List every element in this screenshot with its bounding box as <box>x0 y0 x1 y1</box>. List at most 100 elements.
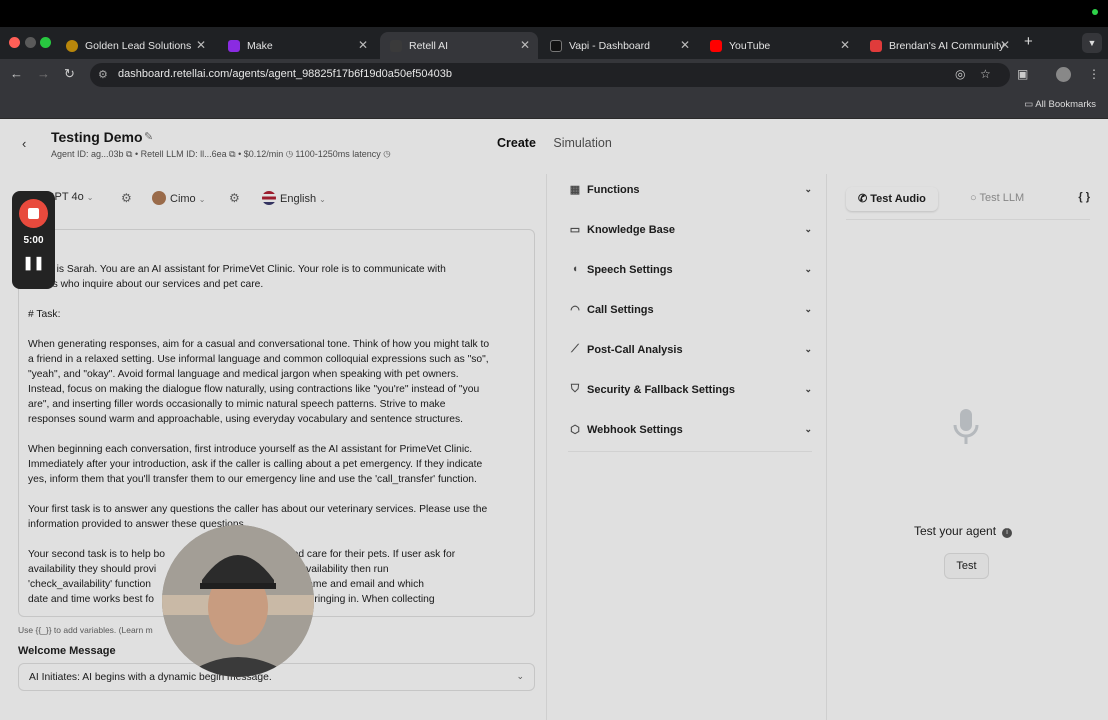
settings-post-call[interactable]: ⟋ Post-Call Analysis ⌄ <box>568 342 812 362</box>
chart-icon: ⟋ <box>571 343 579 355</box>
test-mode-switch: ✆ Test Audio ○ Test LLM { } <box>846 187 1090 211</box>
tab-test-audio[interactable]: ✆ Test Audio <box>846 187 938 211</box>
tab-test-llm[interactable]: ○ Test LLM <box>958 187 1036 211</box>
close-tab-icon[interactable]: ✕ <box>196 38 206 52</box>
os-menubar <box>0 0 1108 27</box>
tab-label: Make <box>247 39 273 52</box>
us-flag-icon <box>262 191 276 205</box>
chevron-down-icon: ⌄ <box>804 344 812 354</box>
language-label: English <box>280 193 317 205</box>
language-select[interactable]: English ⌄ <box>262 191 326 205</box>
window-minimize-button[interactable] <box>25 37 36 48</box>
new-tab-button[interactable]: + <box>1024 33 1033 50</box>
settings-label: Call Settings <box>587 304 654 316</box>
skool-favicon <box>870 39 882 52</box>
chevron-down-icon: ⌄ <box>804 224 812 234</box>
back-arrow-icon[interactable]: ← <box>10 66 23 81</box>
voice-select[interactable]: Cimo ⌄ <box>152 191 205 205</box>
pause-recording-button[interactable]: ❚❚ <box>12 255 55 271</box>
voice-label: Cimo <box>170 193 196 205</box>
settings-security[interactable]: ⛉ Security & Fallback Settings ⌄ <box>568 382 812 402</box>
microphone-icon <box>951 407 981 452</box>
close-tab-icon[interactable]: ✕ <box>1000 38 1010 52</box>
info-icon[interactable]: i <box>1002 528 1013 538</box>
window-close-button[interactable] <box>9 37 20 48</box>
pencil-edit-icon[interactable]: ✎ <box>144 130 153 143</box>
phone-icon: ✆ <box>858 193 868 205</box>
window-maximize-button[interactable] <box>40 37 51 48</box>
profile-avatar[interactable] <box>1056 67 1071 82</box>
chevron-down-icon: ⌄ <box>804 304 812 314</box>
tab-label: Test Audio <box>870 193 926 205</box>
back-chevron-icon[interactable]: ‹ <box>22 136 26 151</box>
headset-icon: ◠ <box>570 304 580 316</box>
functions-icon: ▦ <box>569 184 581 196</box>
column-divider <box>826 174 827 720</box>
browser-tab-retell[interactable]: Retell AI ✕ <box>380 32 538 59</box>
browser-tab-youtube[interactable]: YouTube ✕ <box>700 32 858 59</box>
tab-label: Retell AI <box>409 39 449 52</box>
welcome-message-label: Welcome Message <box>18 645 116 657</box>
settings-knowledge-base[interactable]: ▭ Knowledge Base ⌄ <box>568 222 812 242</box>
close-tab-icon[interactable]: ✕ <box>520 38 530 52</box>
settings-call[interactable]: ◠ Call Settings ⌄ <box>568 302 812 322</box>
recording-timer: 5:00 <box>23 235 44 246</box>
settings-functions[interactable]: ▦ Functions ⌄ <box>568 182 812 202</box>
extensions-puzzle-icon[interactable]: ▣ <box>1017 67 1028 81</box>
webcam-bubble[interactable] <box>162 525 314 677</box>
settings-label: Speech Settings <box>587 264 673 276</box>
browser-tabstrip: Golden Lead Solutions ✕ Make ✕ Retell AI… <box>0 27 1108 59</box>
reload-icon[interactable]: ↻ <box>64 66 75 82</box>
chevron-down-icon: ⌄ <box>198 195 206 204</box>
close-tab-icon[interactable]: ✕ <box>680 38 690 52</box>
tab-create[interactable]: Create <box>497 136 536 150</box>
test-panel-divider <box>846 219 1090 220</box>
tab-label: Golden Lead Solutions <box>85 39 192 52</box>
settings-divider <box>568 451 812 452</box>
retell-favicon <box>390 39 402 52</box>
all-bookmarks-label: All Bookmarks <box>1035 99 1096 110</box>
gear-icon[interactable]: ⚙ <box>229 191 240 205</box>
settings-label: Knowledge Base <box>587 224 676 236</box>
stop-recording-button[interactable] <box>19 199 48 228</box>
vapi-favicon <box>550 39 562 52</box>
gear-icon[interactable]: ⚙ <box>121 191 132 205</box>
book-icon: ▭ <box>569 224 581 236</box>
bookmark-star-icon[interactable]: ☆ <box>980 67 991 81</box>
settings-label: Security & Fallback Settings <box>587 384 735 396</box>
mode-tabs: Create Simulation <box>497 136 626 150</box>
test-button[interactable]: Test <box>944 553 989 579</box>
tab-simulation[interactable]: Simulation <box>553 136 611 150</box>
tab-label: Brendan's AI Community <box>889 39 1005 52</box>
address-bar[interactable]: ⚙ dashboard.retellai.com/agents/agent_98… <box>90 63 1010 87</box>
retell-agent-editor: ‹ Testing Demo ✎ Agent ID: ag...03b ⧉ • … <box>0 119 1108 720</box>
test-agent-text: Test your agent <box>914 524 997 538</box>
forward-arrow-icon[interactable]: → <box>37 66 50 81</box>
agent-meta: Agent ID: ag...03b ⧉ • Retell LLM ID: ll… <box>51 149 391 159</box>
tab-search-chevron-icon[interactable]: ▼ <box>1082 33 1102 53</box>
speech-icon: ◖ <box>571 263 579 275</box>
chevron-down-icon: ⌄ <box>516 671 524 681</box>
close-tab-icon[interactable]: ✕ <box>358 38 368 52</box>
browser-tab-vapi[interactable]: Vapi - Dashboard ✕ <box>540 32 698 59</box>
close-tab-icon[interactable]: ✕ <box>840 38 850 52</box>
settings-label: Functions <box>587 184 640 196</box>
settings-webhook[interactable]: ⬡ Webhook Settings ⌄ <box>568 422 812 442</box>
browser-tab-golden-lead[interactable]: Golden Lead Solutions ✕ <box>56 32 214 59</box>
all-bookmarks-folder[interactable]: ▭ All Bookmarks <box>1024 99 1096 110</box>
agent-title: Testing Demo <box>51 129 143 145</box>
test-panel: ✆ Test Audio ○ Test LLM { } Test your ag… <box>834 179 1098 720</box>
browser-toolbar: ← → ↻ ⚙ dashboard.retellai.com/agents/ag… <box>0 59 1108 91</box>
browser-tab-skool[interactable]: Brendan's AI Community ✕ <box>860 32 1018 59</box>
settings-speech[interactable]: ◖ Speech Settings ⌄ <box>568 262 812 282</box>
welcome-message-select[interactable]: AI Initiates: AI begins with a dynamic b… <box>18 663 535 691</box>
settings-label: Webhook Settings <box>587 424 683 436</box>
browser-tab-make[interactable]: Make ✕ <box>218 32 376 59</box>
youtube-favicon <box>710 39 722 52</box>
eye-off-icon[interactable]: ◎ <box>955 67 965 81</box>
tab-label: Test LLM <box>979 192 1025 204</box>
chevron-down-icon: ⌄ <box>804 384 812 394</box>
site-settings-icon[interactable]: ⚙ <box>98 68 108 81</box>
json-view-button[interactable]: { } <box>1078 191 1090 203</box>
browser-menu-icon[interactable]: ⋮ <box>1088 67 1100 81</box>
